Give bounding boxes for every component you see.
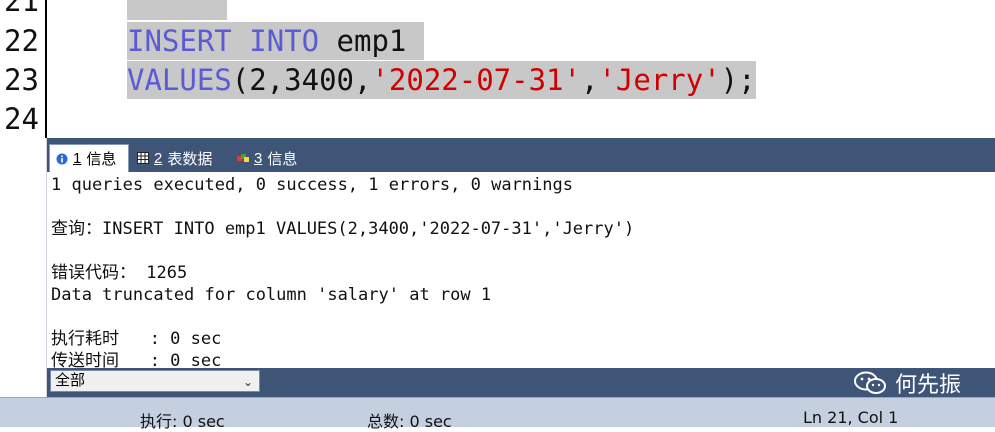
tab-messages[interactable]: 1 信息 xyxy=(49,144,129,172)
code-line xyxy=(127,0,227,20)
error-code: 1265 xyxy=(146,263,188,283)
result-tab-bar: 1 信息 2 表数据 3 信息 xyxy=(47,138,995,172)
table-icon xyxy=(137,152,149,164)
tab-number: 1 xyxy=(73,150,82,167)
string-literal: '2022-07-31' xyxy=(371,63,581,97)
cursor-position: Ln 21, Col 1 xyxy=(803,408,899,427)
tab-number: 2 xyxy=(154,149,163,167)
tab-number: 3 xyxy=(254,149,263,167)
filter-bar: 全部 ⌄ 何先振 xyxy=(47,368,995,398)
wechat-icon xyxy=(853,371,886,394)
status-bar: 执行: 0 sec 总数: 0 sec Ln 21, Col 1 xyxy=(0,397,995,431)
transfer-time: 传送时间 : 0 sec xyxy=(51,351,222,368)
keyword: INTO xyxy=(249,24,320,58)
error-message: Data truncated for column 'salary' at ro… xyxy=(51,285,492,305)
code-line: VALUES(2,3400,'2022-07-31','Jerry'); xyxy=(127,61,756,99)
keyword: VALUES xyxy=(127,63,232,97)
error-code-line: 错误代码： 1265 xyxy=(51,262,187,284)
line-number: 22 xyxy=(4,24,39,58)
tab-label: 表数据 xyxy=(167,150,213,168)
keyword: INSERT xyxy=(127,24,232,58)
tab-table-data[interactable]: 2 表数据 xyxy=(131,144,229,172)
sql-editor[interactable]: 21 22 23 24 INSERT INTO emp1 VALUES(2,34… xyxy=(0,0,995,138)
code-area[interactable]: INSERT INTO emp1 VALUES(2,3400,'2022-07-… xyxy=(47,0,995,138)
error-code-label: 错误代码： xyxy=(51,263,136,283)
string-literal: 'Jerry' xyxy=(598,63,721,97)
code-line: INSERT INTO emp1 xyxy=(127,22,424,60)
chevron-down-icon: ⌄ xyxy=(242,375,253,389)
message-output[interactable]: 1 queries executed, 0 success, 1 errors,… xyxy=(47,172,995,368)
message-icon xyxy=(237,154,249,162)
execution-summary: 1 queries executed, 0 success, 1 errors,… xyxy=(51,175,573,195)
watermark: 何先振 xyxy=(853,368,961,398)
status-exec-time: 执行: 0 sec xyxy=(140,412,225,431)
watermark-text: 何先振 xyxy=(894,372,961,398)
code-text: ); xyxy=(720,63,756,97)
tab-label: 信息 xyxy=(86,151,117,168)
left-margin xyxy=(0,138,47,397)
filter-selected-value: 全部 xyxy=(55,372,86,389)
exec-time: 执行耗时 : 0 sec xyxy=(51,329,222,349)
tab-info[interactable]: 3 信息 xyxy=(231,144,311,172)
line-number-gutter: 21 22 23 24 xyxy=(0,0,45,138)
query-text: 查询：INSERT INTO emp1 VALUES(2,3400,'2022-… xyxy=(51,219,635,239)
status-total-time: 总数: 0 sec xyxy=(367,412,452,431)
code-text: (2,3400, xyxy=(231,63,372,97)
info-icon xyxy=(56,153,68,164)
line-number: 24 xyxy=(4,102,39,136)
message-filter-select[interactable]: 全部 ⌄ xyxy=(50,370,260,392)
tab-label: 信息 xyxy=(267,150,298,168)
table-name: emp1 xyxy=(336,24,407,58)
line-number: 23 xyxy=(4,63,39,97)
line-number: 21 xyxy=(4,0,39,18)
code-text: , xyxy=(580,63,599,97)
